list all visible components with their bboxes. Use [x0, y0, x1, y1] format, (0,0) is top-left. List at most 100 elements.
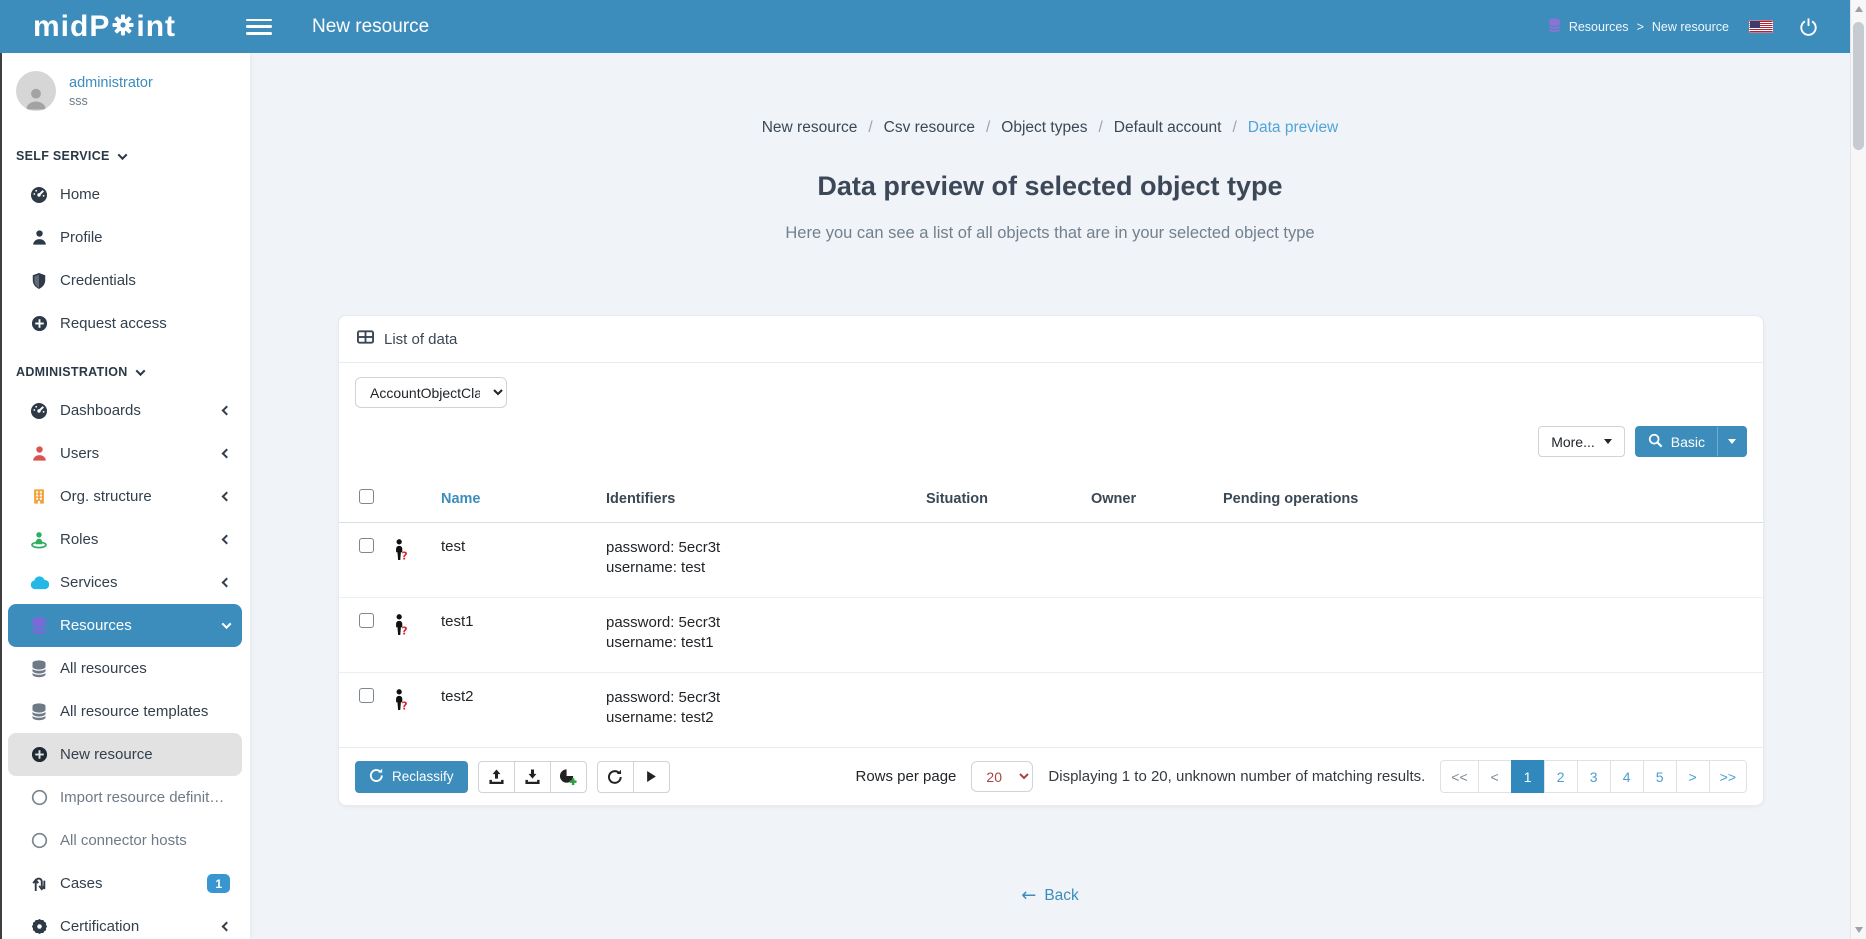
sidebar-item-home[interactable]: Home — [8, 173, 242, 216]
pagination-page-4[interactable]: 4 — [1610, 760, 1644, 793]
back-button[interactable]: ← Back — [1015, 886, 1085, 906]
card-header: List of data — [339, 316, 1763, 363]
sidebar-item-all-connector-hosts[interactable]: All connector hosts — [8, 819, 242, 862]
breadcrumb-current[interactable]: New resource — [1652, 20, 1729, 34]
table-row[interactable]: ? test password: 5ecr3t username: test — [339, 523, 1763, 598]
logout-power-icon[interactable] — [1793, 16, 1824, 37]
table-header-row: Name Identifiers Situation Owner Pending… — [339, 475, 1763, 523]
page-title: Data preview of selected object type — [250, 171, 1850, 202]
search-mode-caret[interactable] — [1717, 427, 1746, 456]
plus-circle-icon — [28, 746, 50, 763]
tachometer-icon — [28, 186, 50, 204]
navbar-breadcrumb: Resources > New resource — [1548, 18, 1729, 36]
page-subtitle: Here you can see a list of all objects t… — [250, 224, 1850, 243]
sidebar-item-org-structure[interactable]: Org. structure — [8, 475, 242, 518]
reclassify-button[interactable]: Reclassify — [355, 761, 468, 793]
objectclass-select[interactable]: AccountObjectClass — [355, 377, 507, 408]
scrollbar-thumb[interactable] — [1853, 22, 1864, 150]
upload-button[interactable] — [478, 761, 515, 793]
sidebar-item-certification[interactable]: Certification — [8, 905, 242, 939]
paging-controls: Rows per page 20 Displaying 1 to 20, unk… — [856, 760, 1748, 793]
scrollbar-down-arrow[interactable] — [1855, 927, 1863, 933]
pagination-first[interactable]: << — [1440, 760, 1478, 793]
section-self-service[interactable]: SELF SERVICE — [0, 129, 250, 173]
search-icon — [1648, 433, 1663, 451]
more-filters-button[interactable]: More... — [1538, 426, 1625, 457]
us-flag-icon[interactable] — [1749, 20, 1773, 33]
sidebar-item-cases[interactable]: Cases 1 — [8, 862, 242, 905]
sidebar-item-dashboards[interactable]: Dashboards — [8, 389, 242, 432]
vertical-scrollbar — [1850, 0, 1866, 939]
pagination-page-5[interactable]: 5 — [1643, 760, 1677, 793]
sidebar-item-import-resource-definition[interactable]: Import resource definit… — [8, 776, 242, 819]
table-row[interactable]: ? test2 password: 5ecr3t username: test2 — [339, 673, 1763, 748]
chevron-down-icon — [117, 150, 127, 160]
sidebar-item-services[interactable]: Services — [8, 561, 242, 604]
chevron-down-icon — [135, 366, 145, 376]
select-all-checkbox[interactable] — [359, 489, 374, 504]
rows-per-page-select[interactable]: 20 — [971, 761, 1033, 792]
row-checkbox[interactable] — [359, 538, 374, 553]
pagination-page-2[interactable]: 2 — [1544, 760, 1578, 793]
refresh-button[interactable] — [597, 761, 634, 793]
column-avatar — [385, 475, 435, 523]
pagination-last[interactable]: >> — [1709, 760, 1747, 793]
gear-icon — [110, 10, 136, 44]
sidebar-item-all-resource-templates[interactable]: All resource templates — [8, 690, 242, 733]
chevron-left-icon — [222, 535, 232, 545]
sidebar-item-all-resources[interactable]: All resources — [8, 647, 242, 690]
sidebar-item-new-resource[interactable]: New resource — [8, 733, 242, 776]
chevron-left-icon — [222, 578, 232, 588]
breadcrumb-root[interactable]: Resources — [1569, 20, 1629, 34]
table-row[interactable]: ? test1 password: 5ecr3t username: test1 — [339, 598, 1763, 673]
breadcrumb-separator: > — [1637, 20, 1644, 34]
sidebar-item-label: Org. structure — [60, 488, 152, 505]
section-administration[interactable]: ADMINISTRATION — [0, 345, 250, 389]
wizard-step-csv-resource[interactable]: Csv resource — [884, 119, 975, 137]
identifier-password: password: 5ecr3t — [606, 538, 914, 558]
sidebar-item-label: Credentials — [60, 272, 136, 289]
hamburger-menu-icon[interactable] — [246, 17, 272, 37]
shadow-account-icon: ? — [391, 549, 411, 566]
sidebar: administrator sss SELF SERVICE Home Prof… — [0, 53, 250, 939]
pagination-next[interactable]: > — [1676, 760, 1710, 793]
identifier-username: username: test1 — [606, 633, 914, 653]
search-basic-button[interactable]: Basic — [1635, 426, 1747, 457]
user-icon — [28, 229, 50, 246]
play-button[interactable] — [633, 761, 670, 793]
midpoint-logo[interactable]: midP int — [33, 10, 176, 44]
wizard-step-default-account[interactable]: Default account — [1114, 119, 1222, 137]
wizard-step-new-resource[interactable]: New resource — [762, 119, 858, 137]
sidebar-item-credentials[interactable]: Credentials — [8, 259, 242, 302]
sidebar-item-request-access[interactable]: Request access — [8, 302, 242, 345]
certificate-icon — [28, 918, 50, 935]
scrollbar-up-arrow[interactable] — [1855, 6, 1863, 12]
row-checkbox[interactable] — [359, 688, 374, 703]
list-of-data-card: List of data AccountObjectClass More... … — [338, 315, 1764, 806]
pagination-page-3[interactable]: 3 — [1577, 760, 1611, 793]
column-name[interactable]: Name — [435, 475, 600, 523]
user-name-link[interactable]: administrator — [69, 75, 153, 91]
back-label: Back — [1044, 887, 1078, 905]
wizard-separator: / — [1098, 119, 1102, 137]
pagination-prev[interactable]: < — [1478, 760, 1512, 793]
sidebar-item-resources[interactable]: Resources — [8, 604, 242, 647]
sidebar-item-users[interactable]: Users — [8, 432, 242, 475]
main-content: New resource / Csv resource / Object typ… — [250, 53, 1850, 939]
sidebar-item-label: Certification — [60, 918, 139, 935]
create-report-pie-icon-button[interactable] — [550, 761, 587, 793]
pagination-page-1[interactable]: 1 — [1511, 760, 1545, 793]
row-checkbox[interactable] — [359, 613, 374, 628]
sidebar-item-label: Home — [60, 186, 100, 203]
sidebar-item-roles[interactable]: Roles — [8, 518, 242, 561]
user-icon — [28, 445, 50, 462]
wizard-step-data-preview[interactable]: Data preview — [1248, 119, 1338, 137]
wizard-step-object-types[interactable]: Object types — [1001, 119, 1087, 137]
sidebar-item-profile[interactable]: Profile — [8, 216, 242, 259]
row-name: test1 — [435, 598, 600, 673]
download-button[interactable] — [514, 761, 551, 793]
sidebar-item-label: New resource — [60, 746, 153, 763]
column-identifiers: Identifiers — [600, 475, 920, 523]
sidebar-item-label: All connector hosts — [60, 832, 187, 849]
sidebar-item-label: Cases — [60, 875, 103, 892]
